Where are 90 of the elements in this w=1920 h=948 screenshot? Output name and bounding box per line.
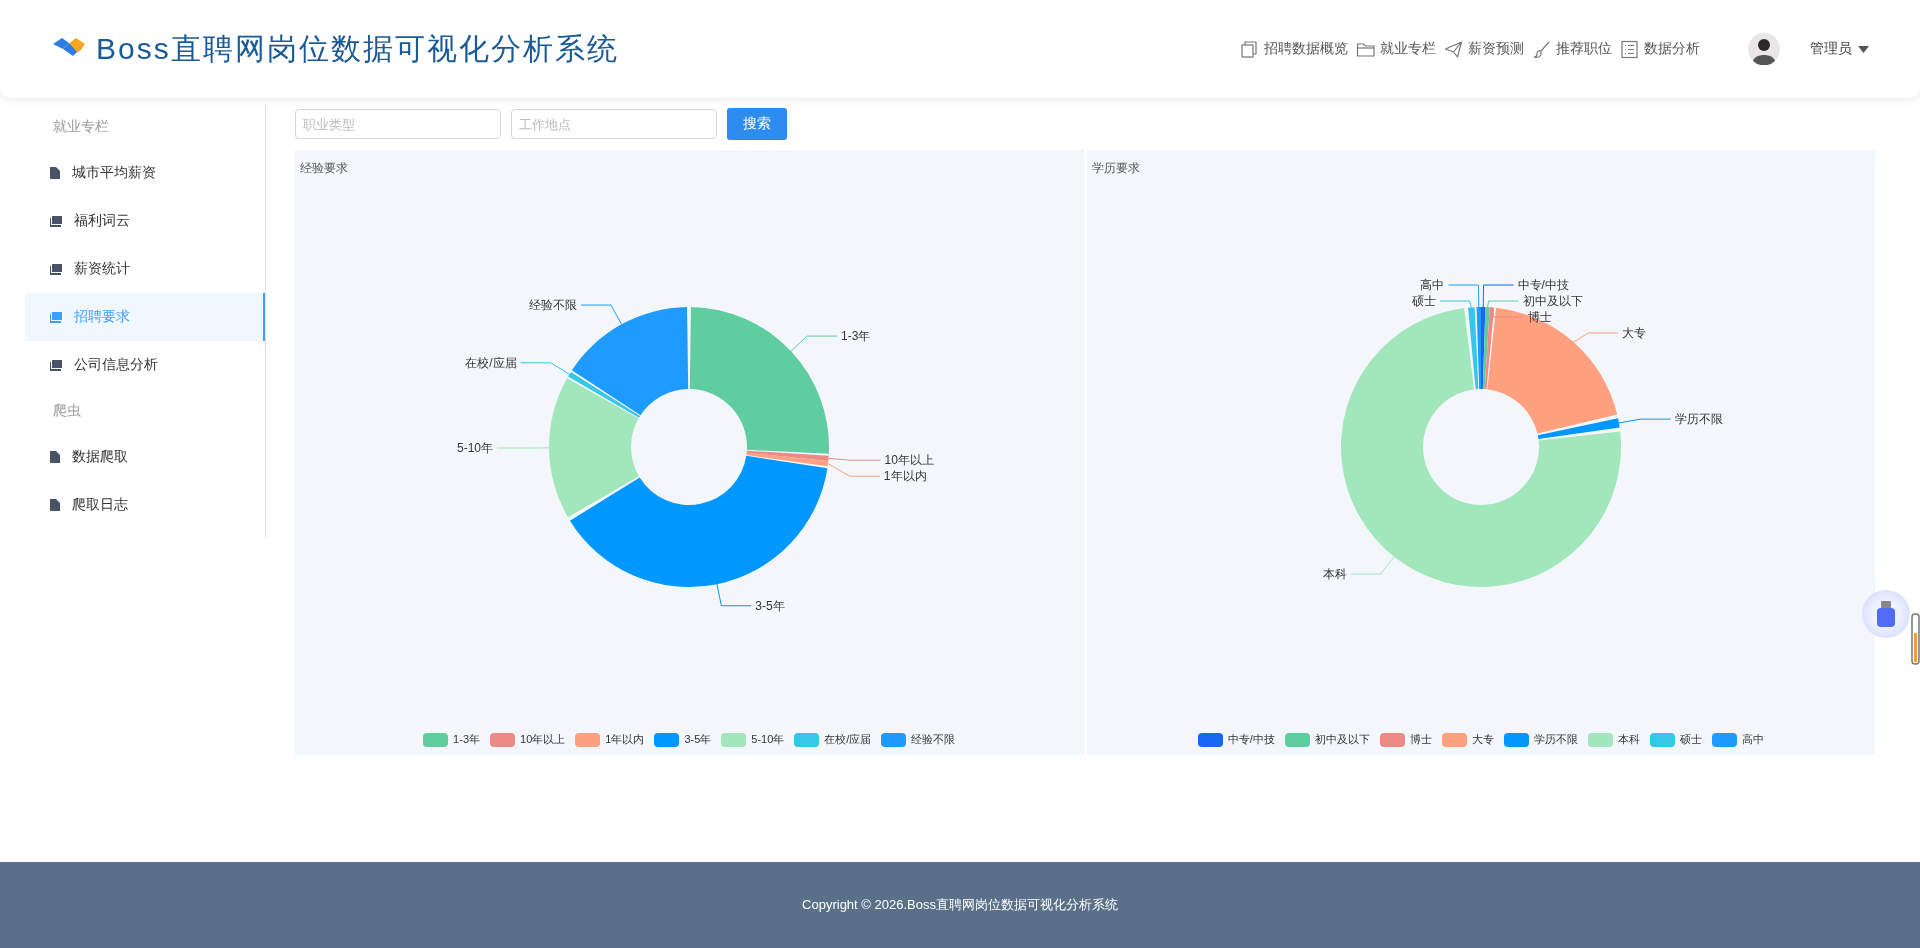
- brush-icon: [1532, 39, 1551, 59]
- usb-drive-icon: [1877, 601, 1895, 627]
- slice-label: 5-10年: [456, 441, 493, 455]
- slice-label: 初中及以下: [1522, 294, 1583, 308]
- legend-item[interactable]: 本科: [1587, 732, 1640, 747]
- legend-item[interactable]: 经验不限: [881, 732, 956, 747]
- legend-item[interactable]: 学历不限: [1503, 732, 1578, 747]
- sidebar-heading: 就业专栏: [52, 117, 110, 136]
- leader-line: [1349, 556, 1395, 575]
- legend-label: 中专/中技: [1227, 732, 1275, 747]
- legend-label: 本科: [1617, 732, 1640, 747]
- legend-label: 初中及以下: [1314, 732, 1370, 747]
- book-icon: [50, 215, 62, 227]
- sidebar-item[interactable]: 爬取日志: [25, 481, 265, 529]
- file-icon: [50, 499, 60, 511]
- slice-label: 中专/中技: [1517, 278, 1569, 292]
- floating-button[interactable]: [1862, 590, 1910, 638]
- legend-item[interactable]: 中专/中技: [1197, 732, 1275, 747]
- list-icon: [1620, 39, 1639, 59]
- book-icon: [50, 311, 62, 323]
- legend-label: 硕士: [1679, 732, 1702, 747]
- slice-label: 3-5年: [755, 598, 785, 613]
- slice-label: 学历不限: [1674, 412, 1723, 427]
- slice-label: 本科: [1322, 567, 1346, 582]
- legend-label: 博士: [1409, 732, 1432, 747]
- sidebar-item[interactable]: 数据爬取: [25, 433, 265, 481]
- legend-label: 1-3年: [453, 732, 480, 747]
- book-icon: [50, 359, 62, 371]
- legend-item[interactable]: 初中及以下: [1284, 732, 1370, 747]
- file-icon: [50, 167, 60, 179]
- leader-line: [827, 463, 881, 477]
- slice-label: 博士: [1527, 310, 1552, 324]
- legend-label: 5-10年: [751, 732, 785, 747]
- legend-item[interactable]: 在校/应届: [794, 732, 872, 747]
- avatar-icon[interactable]: [1748, 33, 1780, 65]
- nav-link[interactable]: 推荐职位: [1532, 39, 1612, 59]
- nav-link[interactable]: 招聘数据概览: [1240, 39, 1348, 59]
- leader-line: [580, 304, 623, 325]
- slice-label: 经验不限: [528, 298, 577, 313]
- sidebar-item[interactable]: 公司信息分析: [25, 341, 265, 389]
- leader-line: [1617, 418, 1671, 424]
- leader-line: [716, 583, 752, 607]
- user-menu[interactable]: 管理员: [1804, 39, 1875, 59]
- legend-item[interactable]: 博士: [1379, 732, 1432, 747]
- legend-item[interactable]: 大专: [1441, 732, 1494, 747]
- legend-label: 10年以上: [520, 732, 566, 747]
- legend-label: 经验不限: [911, 732, 956, 747]
- copy-icon: [1240, 39, 1259, 59]
- slice-label: 大专: [1621, 326, 1646, 340]
- nav-link[interactable]: 薪资预测: [1444, 39, 1524, 59]
- chart-title: 经验要求: [300, 160, 348, 177]
- slice-label: 高中: [1419, 278, 1444, 292]
- legend-item[interactable]: 3-5年: [654, 732, 712, 747]
- sidebar-item[interactable]: 城市平均薪资: [25, 149, 265, 197]
- sidebar-heading: 爬虫: [52, 401, 82, 420]
- legend-label: 高中: [1741, 732, 1764, 747]
- leader-line: [1572, 332, 1619, 343]
- legend-item[interactable]: 1-3年: [423, 732, 480, 747]
- legend-item[interactable]: 1年以内: [575, 732, 645, 747]
- slice-label: 在校/应届: [465, 355, 517, 370]
- legend-item[interactable]: 高中: [1711, 732, 1764, 747]
- copyright-text: Copyright © 2026.Boss直聘网岗位数据可视化分析系统: [802, 896, 1118, 914]
- text-field[interactable]: 工作地点: [511, 109, 717, 139]
- legend-label: 大专: [1471, 732, 1494, 747]
- slice-label: 1-3年: [841, 329, 871, 344]
- app-title: Boss直聘网岗位数据可视化分析系统: [96, 30, 619, 67]
- slice-label: 1年以内: [883, 469, 927, 484]
- book-icon: [50, 263, 62, 275]
- sidebar-item[interactable]: 福利词云: [25, 197, 265, 245]
- slice-label: 10年以上: [884, 453, 934, 468]
- legend-label: 在校/应届: [824, 732, 872, 747]
- text-field[interactable]: 职业类型: [295, 109, 501, 139]
- sidebar-item[interactable]: 薪资统计: [25, 245, 265, 293]
- chart-title: 学历要求: [1091, 160, 1140, 177]
- file-icon: [50, 451, 60, 463]
- legend-item[interactable]: 硕士: [1649, 732, 1702, 747]
- caret-icon: [1858, 45, 1869, 53]
- leader-line: [828, 457, 881, 461]
- leader-line: [790, 335, 838, 352]
- leader-line: [520, 362, 570, 375]
- leader-line: [496, 447, 550, 449]
- nav-link[interactable]: 数据分析: [1620, 39, 1700, 59]
- nav-link[interactable]: 就业专栏: [1356, 39, 1436, 59]
- legend-item[interactable]: 5-10年: [721, 732, 785, 747]
- slice-label: 硕士: [1411, 294, 1436, 308]
- legend-label: 1年以内: [605, 732, 645, 747]
- legend-item[interactable]: 10年以上: [490, 732, 566, 747]
- legend-label: 学历不限: [1533, 732, 1578, 747]
- legend-label: 3-5年: [684, 732, 712, 747]
- paper-plane-icon: [1444, 39, 1463, 59]
